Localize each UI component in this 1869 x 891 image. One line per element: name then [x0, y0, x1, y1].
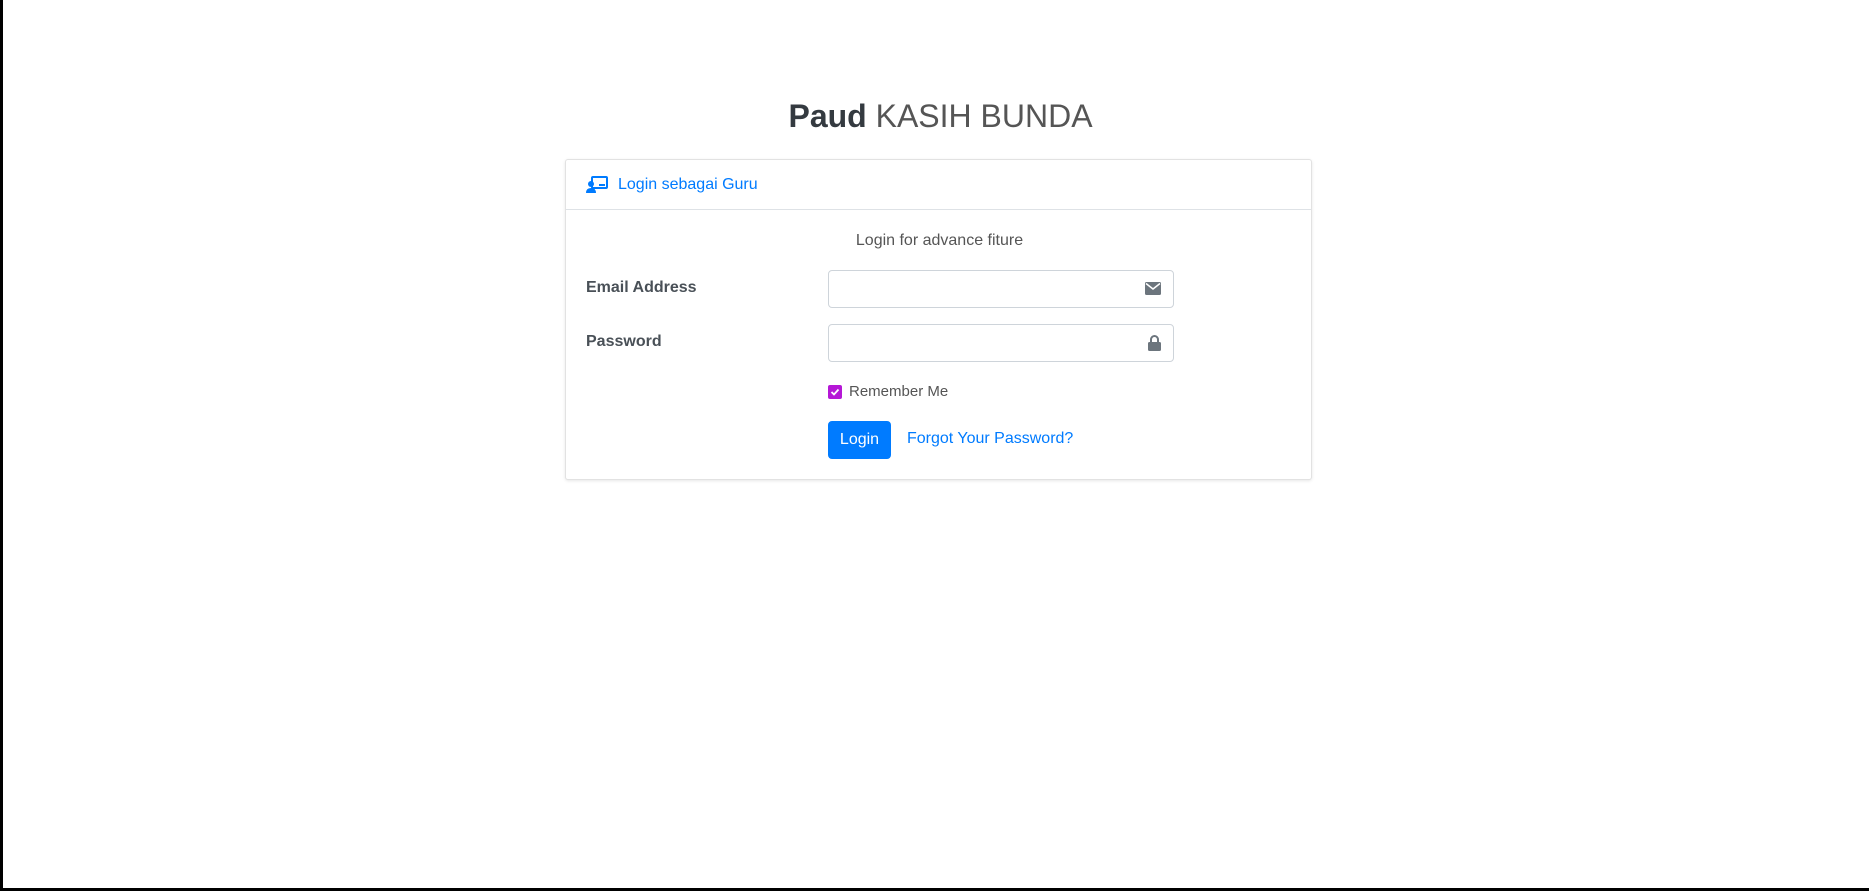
login-as-teacher-label: Login sebagai Guru	[618, 175, 758, 193]
remember-checkbox[interactable]	[828, 384, 842, 399]
check-icon	[830, 388, 840, 396]
remember-label: Remember Me	[849, 383, 949, 400]
password-label: Password	[586, 333, 662, 350]
password-field	[828, 324, 1174, 362]
login-card: Login sebagai Guru Login for advance fit…	[565, 159, 1312, 480]
email-input[interactable]	[829, 271, 1143, 307]
login-button[interactable]: Login	[828, 421, 891, 459]
card-header: Login sebagai Guru	[566, 160, 1311, 210]
chalkboard-teacher-icon	[586, 175, 608, 193]
envelope-icon	[1145, 282, 1161, 295]
remember-me[interactable]: Remember Me	[828, 383, 948, 400]
brand-title: Paud KASIH BUNDA	[3, 98, 1869, 135]
login-as-teacher-link[interactable]: Login sebagai Guru	[586, 175, 758, 194]
card-subtitle: Login for advance fiture	[855, 232, 1024, 249]
forgot-password-link[interactable]: Forgot Your Password?	[907, 430, 1073, 448]
email-field	[828, 270, 1174, 308]
password-input[interactable]	[829, 325, 1143, 361]
brand-light: KASIH BUNDA	[875, 98, 1093, 134]
lock-icon	[1148, 335, 1161, 351]
email-label: Email Address	[586, 279, 697, 296]
page-viewport: Paud KASIH BUNDA Login sebagai Guru Logi…	[3, 0, 1869, 888]
brand-bold: Paud	[788, 98, 867, 134]
